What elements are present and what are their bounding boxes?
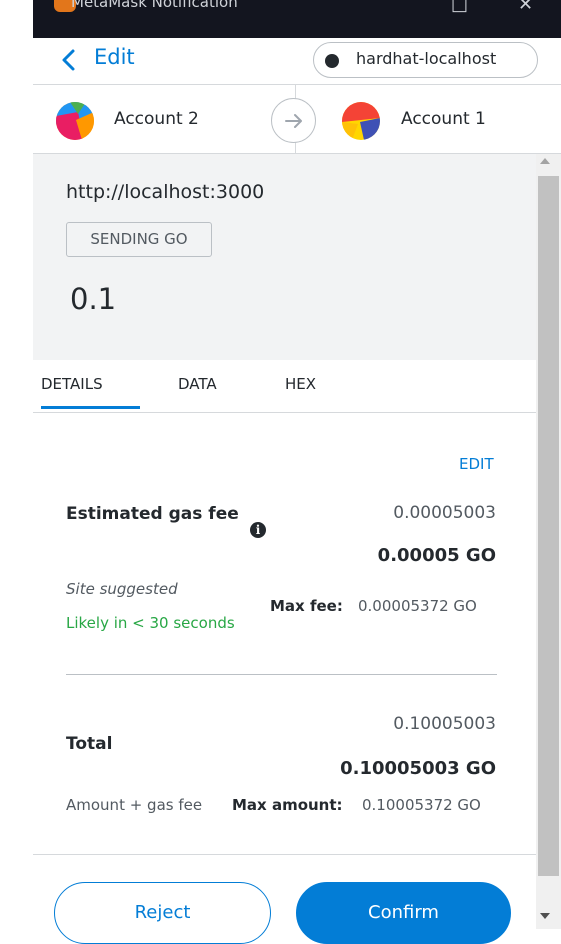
- scroll-up-arrow-icon[interactable]: [540, 158, 550, 164]
- action-badge: SENDING GO: [66, 222, 212, 257]
- total-secondary: 0.10005003: [393, 714, 496, 734]
- max-fee-value: 0.00005372 GO: [358, 597, 477, 615]
- reject-button[interactable]: Reject: [54, 882, 271, 944]
- network-name: hardhat-localhost: [356, 49, 497, 68]
- total-primary: 0.10005003 GO: [340, 758, 496, 779]
- scroll-down-arrow-icon[interactable]: [540, 913, 550, 919]
- recipient-avatar: [342, 102, 380, 140]
- sender-avatar: [56, 102, 94, 140]
- scrollbar-thumb[interactable]: [538, 176, 559, 876]
- edit-gas-button[interactable]: EDIT: [459, 455, 494, 473]
- max-amount-value: 0.10005372 GO: [362, 796, 481, 814]
- gas-fee-primary: 0.00005 GO: [377, 545, 496, 566]
- tab-data[interactable]: DATA: [178, 375, 217, 393]
- active-tab-indicator: [41, 406, 140, 409]
- window-titlebar-dark: MetaMask Notification □ ✕: [33, 0, 561, 38]
- site-origin: http://localhost:3000: [66, 181, 265, 203]
- close-icon[interactable]: ✕: [518, 0, 533, 15]
- estimated-gas-label: Estimated gas fee: [66, 504, 239, 524]
- network-indicator-dot: [325, 54, 339, 68]
- tab-hex[interactable]: HEX: [285, 375, 316, 393]
- gas-timing-estimate: Likely in < 30 seconds: [66, 614, 235, 632]
- max-amount-label: Max amount:: [232, 796, 343, 814]
- confirm-button[interactable]: Confirm: [296, 882, 511, 944]
- arrow-right-icon: [285, 114, 302, 128]
- gas-fee-secondary: 0.00005003: [393, 503, 496, 523]
- maximize-icon[interactable]: □: [451, 0, 468, 15]
- tab-details[interactable]: DETAILS: [41, 375, 103, 393]
- recipient-account-name: Account 1: [401, 109, 486, 129]
- site-suggested-label: Site suggested: [66, 580, 178, 598]
- total-label: Total: [66, 734, 113, 754]
- section-divider: [66, 674, 497, 675]
- send-amount: 0.1: [70, 282, 117, 316]
- footer-divider: [33, 854, 536, 855]
- max-fee-label: Max fee:: [270, 597, 343, 615]
- edit-back-link[interactable]: Edit: [94, 45, 135, 69]
- info-icon[interactable]: i: [250, 522, 266, 538]
- sender-account-name: Account 2: [114, 109, 199, 129]
- total-sublabel: Amount + gas fee: [66, 796, 203, 814]
- window-title: MetaMask Notification: [71, 0, 238, 11]
- chevron-left-icon[interactable]: [57, 48, 79, 72]
